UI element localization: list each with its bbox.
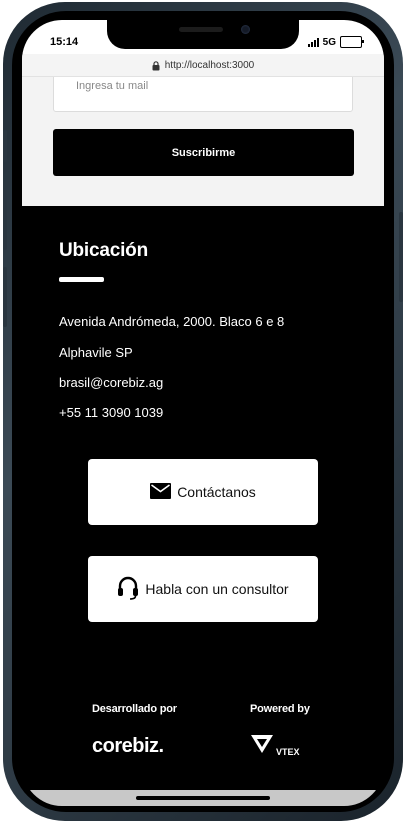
address-line-1: Avenida Andrómeda, 2000. Blaco 6 e 8 xyxy=(59,314,285,329)
lock-icon xyxy=(152,56,160,75)
battery-icon xyxy=(340,36,364,48)
volume-down-button xyxy=(3,267,7,327)
signal-icon xyxy=(307,37,319,47)
speaker-grille xyxy=(179,27,223,32)
contact-email[interactable]: brasil@corebiz.ag xyxy=(59,375,163,390)
subscribe-button[interactable]: Suscribirme xyxy=(53,129,354,176)
contact-button[interactable]: Contáctanos xyxy=(88,459,318,525)
status-time: 15:14 xyxy=(50,36,79,48)
notch xyxy=(107,20,299,49)
footer: Ubicación Avenida Andrómeda, 2000. Blaco… xyxy=(22,206,384,806)
developed-by-label: Desarrollado por xyxy=(92,703,177,715)
volume-up-button xyxy=(3,190,7,250)
phone-screen: 15:14 5G http://localhost:3000 Ingresa t… xyxy=(22,20,384,806)
network-type: 5G xyxy=(322,36,336,48)
power-button xyxy=(399,212,403,302)
corebiz-logo[interactable]: corebiz. xyxy=(92,735,164,758)
title-underline xyxy=(59,277,104,282)
vtex-logo-text: VTEX xyxy=(276,747,300,757)
location-title: Ubicación xyxy=(59,240,148,261)
front-camera xyxy=(241,25,250,34)
home-indicator[interactable] xyxy=(136,796,270,800)
powered-by-label: Powered by xyxy=(250,703,310,715)
address-bar[interactable]: http://localhost:3000 xyxy=(22,54,384,77)
consultant-button[interactable]: Habla con un consultor xyxy=(88,556,318,622)
contact-phone[interactable]: +55 11 3090 1039 xyxy=(59,405,163,420)
vtex-mark-icon xyxy=(250,734,274,758)
bottom-bar xyxy=(22,790,384,806)
url-text: http://localhost:3000 xyxy=(164,59,255,71)
address-line-2: Alphavile SP xyxy=(59,345,133,360)
newsletter-section: Ingresa tu mail Suscribirme xyxy=(22,70,384,206)
mail-icon xyxy=(150,482,172,502)
status-indicators: 5G xyxy=(307,36,364,48)
headset-icon xyxy=(117,576,139,603)
vtex-logo[interactable]: VTEX xyxy=(250,734,300,758)
contact-button-label: Contáctanos xyxy=(177,484,256,500)
mute-switch xyxy=(3,130,7,162)
consultant-button-label: Habla con un consultor xyxy=(145,581,289,597)
